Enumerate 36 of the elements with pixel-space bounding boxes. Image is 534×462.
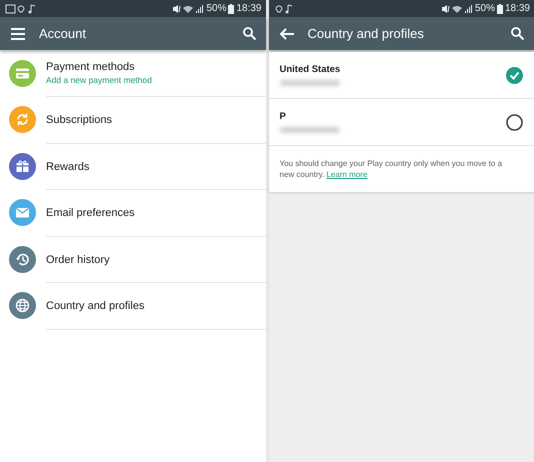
item-label: Email preferences: [46, 207, 136, 220]
menu-item[interactable]: Payment methods Add a new payment method: [0, 50, 266, 96]
menu-item[interactable]: Rewards: [0, 143, 266, 190]
signal-icons: [172, 4, 204, 14]
search-icon[interactable]: [511, 27, 524, 40]
item-label: Order history: [46, 254, 111, 266]
country-name: United States: [280, 64, 340, 75]
clock: 18:39: [504, 3, 530, 14]
back-arrow-icon[interactable]: [280, 28, 294, 40]
country-option[interactable]: United States: [268, 52, 534, 99]
battery-level: 50%: [206, 3, 226, 14]
country-option[interactable]: P: [268, 99, 534, 146]
item-subtitle: Add a new payment method: [46, 75, 153, 86]
battery-icon: [228, 4, 234, 14]
toolbar-title: Account: [39, 26, 87, 41]
check-circle-icon[interactable]: [506, 66, 523, 84]
menu-icon[interactable]: [11, 28, 25, 40]
item-label: Payment methods: [46, 61, 136, 74]
item-label: Country and profiles: [46, 300, 146, 312]
radio-button-icon[interactable]: [506, 114, 523, 130]
toolbar-title: Country and profiles: [308, 26, 425, 41]
item-label: Rewards: [46, 160, 90, 173]
item-label: Subscriptions: [46, 114, 114, 126]
clock: 18:39: [236, 3, 262, 14]
battery-icon: [496, 4, 503, 14]
blurred-text: [280, 127, 340, 133]
note-text: You should change your Play country only when you move to a new country. Learn more: [278, 158, 504, 182]
menu-item[interactable]: Order history: [0, 236, 266, 282]
blurred-text: [280, 80, 340, 86]
country-name: P: [280, 111, 286, 122]
search-icon[interactable]: [242, 27, 256, 40]
menu-item[interactable]: Subscriptions: [0, 96, 266, 143]
signal-icons: [440, 4, 473, 14]
menu-item[interactable]: Country and profiles: [0, 282, 266, 329]
menu-item[interactable]: Email preferences: [0, 190, 266, 236]
battery-level: 50%: [474, 3, 495, 14]
